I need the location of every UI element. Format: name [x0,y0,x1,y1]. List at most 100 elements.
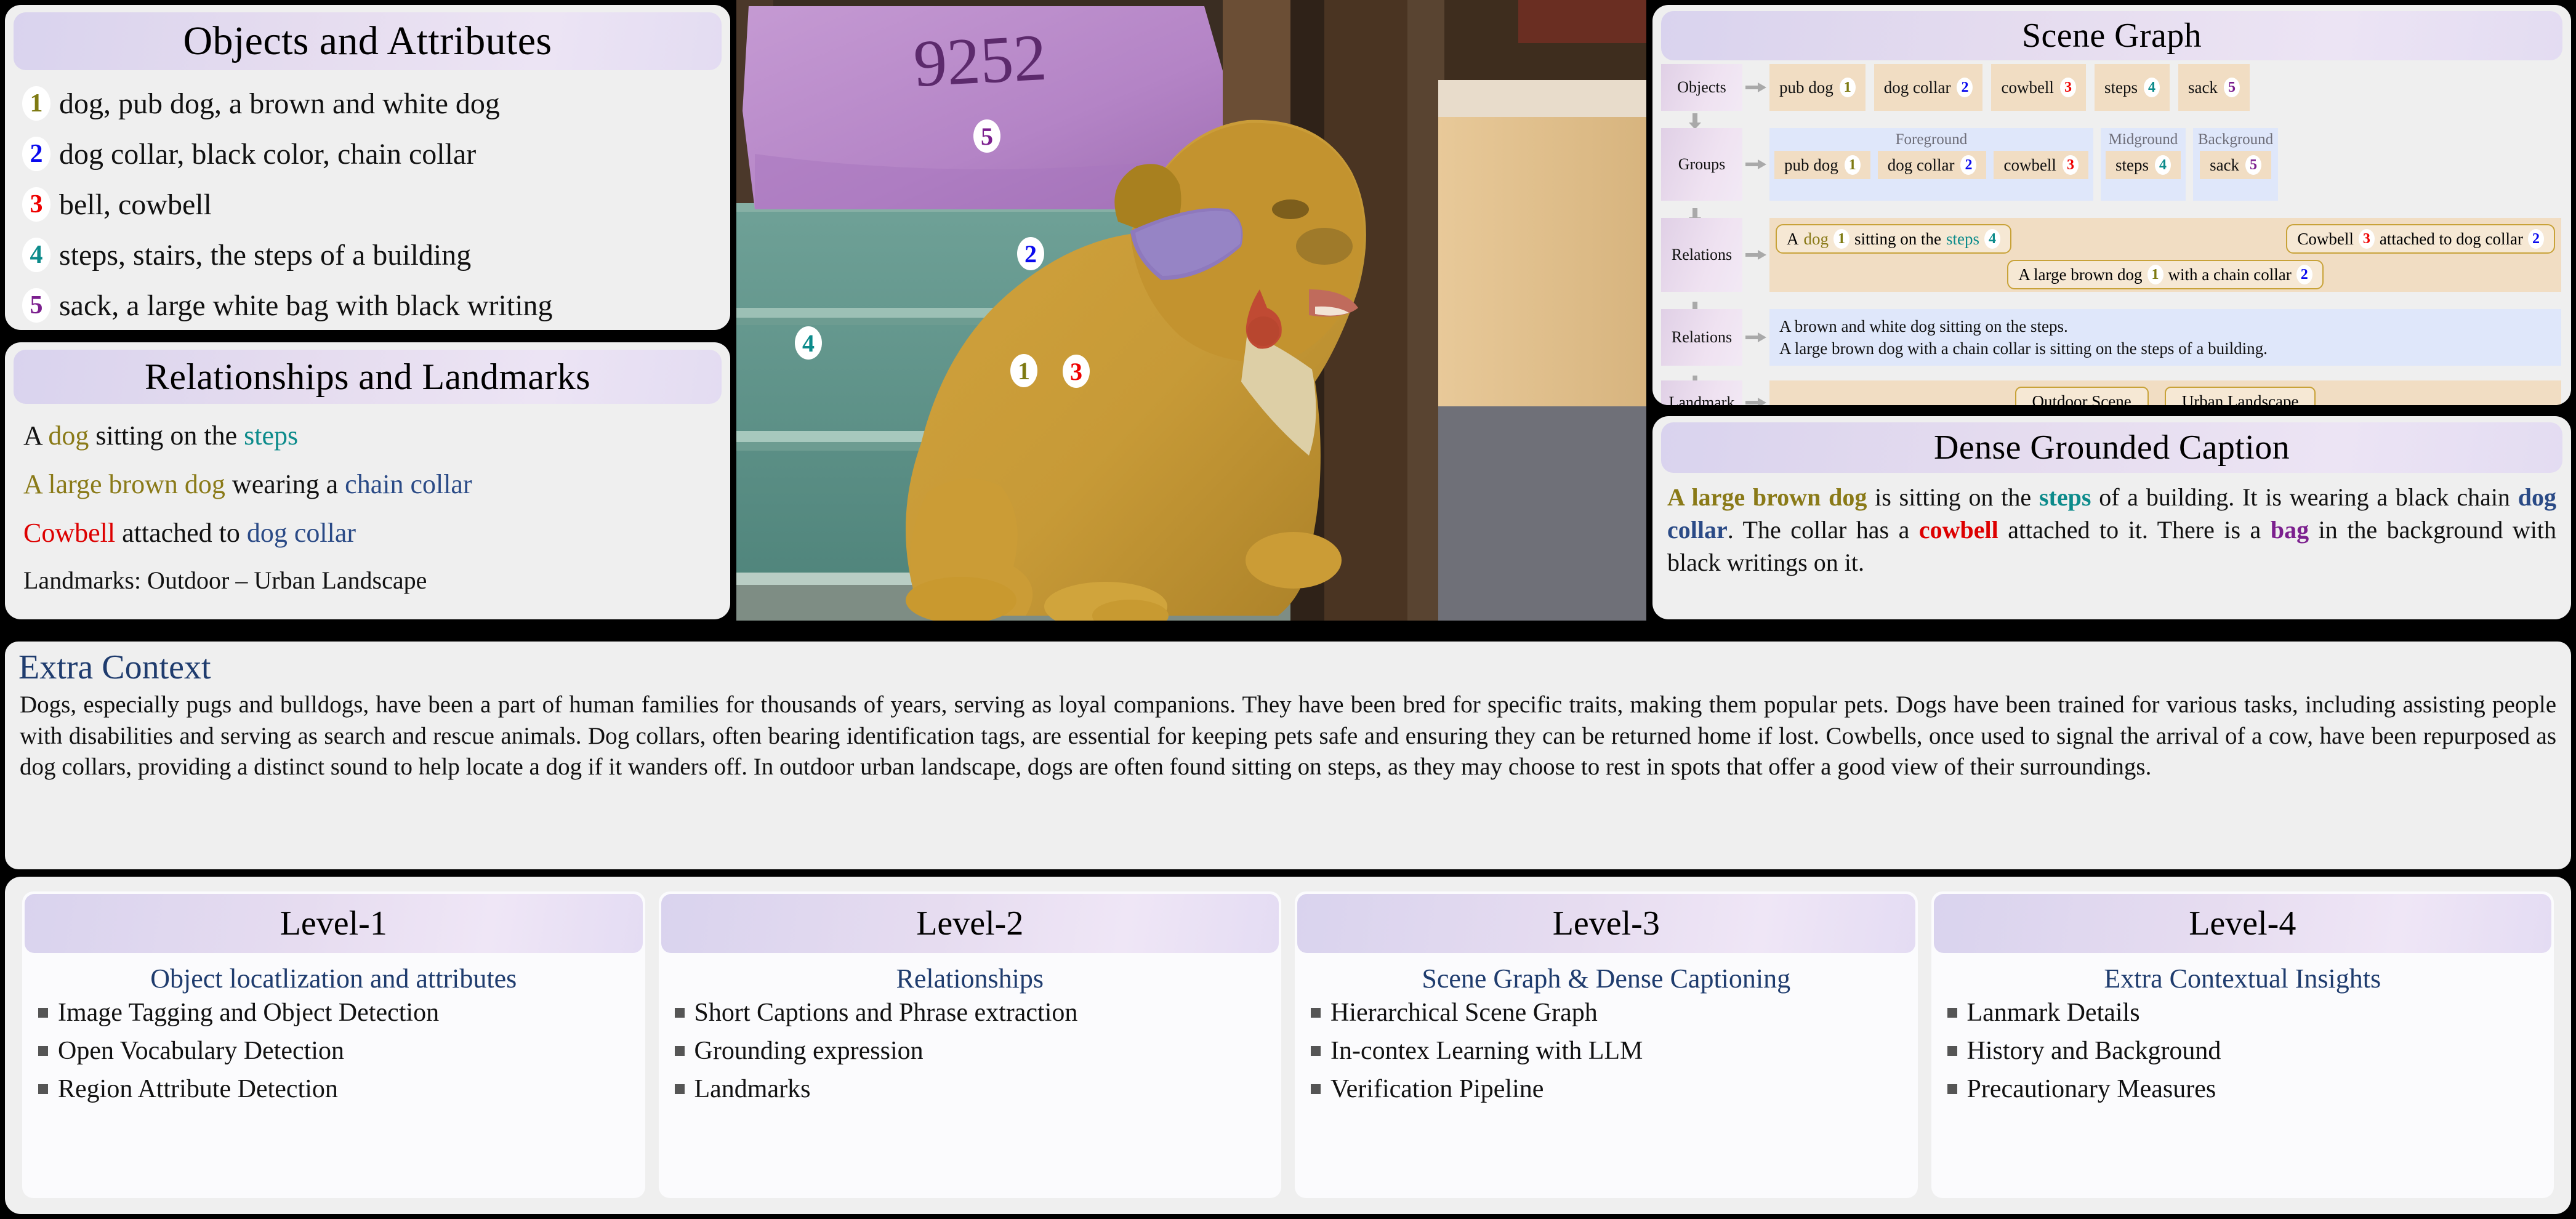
sg-group-foreground: Foreground pub dog 1 dog collar 2 cowbell 3 [1769,128,2093,201]
r3-pre: A large brown dog [2018,265,2143,284]
sg-label-groups: Groups [1661,128,1742,201]
bullet-square-icon [674,1008,685,1018]
level-list: Hierarchical Scene Graph In-contex Learni… [1295,998,1918,1112]
bullet-square-icon [1947,1008,1957,1018]
object-attribute-text: dog collar, black color, chain collar [59,137,477,171]
r1-badge2: 4 [1984,229,2000,249]
annotated-scene-photo: 9252 1 2 3 4 5 [736,0,1646,621]
level-item-label: Region Attribute Detection [58,1075,338,1103]
level-subtitle: Relationships [896,964,1044,994]
object-badge-4: 4 [22,238,50,272]
arrow-right-icon [1742,64,1769,111]
level-list-item: Short Captions and Phrase extraction [674,998,1282,1028]
sg-chip-badge: 4 [2154,155,2171,175]
relation-box-3: A large brown dog 1 with a chain collar … [2007,260,2324,289]
level-list-item: Landmarks [674,1074,1282,1104]
rel3-subject: Cowbell [23,518,116,548]
r1-mid: sitting on the [1854,229,1941,248]
rel1-dog: dog [48,420,89,451]
level-item-label: History and Background [1966,1037,2221,1065]
level-item-label: Open Vocabulary Detection [58,1037,344,1065]
level-item-label: Image Tagging and Object Detection [58,999,440,1027]
bullet-square-icon [674,1046,685,1056]
sg-chip-badge: 4 [2143,78,2160,97]
r3-badge2: 2 [2296,265,2312,284]
rel1-steps: steps [244,420,299,451]
r2-mid: attached to dog collar [2379,229,2523,248]
relationship-line-3: Cowbell attached to dog collar [23,517,712,549]
levels-strip: Level-1 Object locatlization and attribut… [5,877,2571,1214]
sg-chip-badge: 2 [1960,155,1977,175]
sentences-band: A brown and white dog sitting on the ste… [1769,309,2561,366]
dense-caption-title: Dense Grounded Caption [1661,422,2562,473]
relations-band: A dog 1 sitting on the steps 4 Cowbell 3… [1769,218,2561,292]
object-badge-1: 1 [22,86,50,121]
level-list-item: In-contex Learning with LLM [1311,1036,1918,1066]
landmark-chip-2: Urban Landscape [2164,387,2316,405]
object-attribute-row: 3 bell, cowbell [22,187,712,222]
scene-graph-body: Objects pub dog 1 dog collar 2 cowbell 3 steps… [1652,60,2571,405]
sg-label-landmark: Landmark [1661,380,1742,405]
dense-caption-body: A large brown dog is sitting on the step… [1652,473,2571,579]
relationship-line-1: A dog sitting on the steps [23,420,712,451]
sg-chip-badge: 5 [2223,78,2240,97]
object-attribute-row: 1 dog, pub dog, a brown and white dog [22,86,712,121]
relations-row-bottom: A large brown dog 1 with a chain collar … [1776,260,2555,289]
level-list-item: Image Tagging and Object Detection [38,998,645,1028]
photo-illustration: 9252 [736,0,1646,621]
level-list-item: Region Attribute Detection [38,1074,645,1104]
object-attribute-row: 2 dog collar, black color, chain collar [22,137,712,171]
object-badge-2: 2 [22,137,50,171]
level-item-label: Precautionary Measures [1966,1075,2216,1103]
bullet-square-icon [38,1084,48,1094]
level-title: Level-1 [25,894,643,953]
sg-group-background: Background sack 5 [2192,128,2279,201]
relations-row-top: A dog 1 sitting on the steps 4 Cowbell 3… [1776,224,2555,254]
extra-context-panel: Extra Context Dogs, especially pugs and … [5,642,2571,869]
sg-group-items: sack 5 [2200,151,2272,179]
bullet-square-icon [1947,1046,1957,1056]
level-subtitle: Extra Contextual Insights [2104,964,2381,994]
r2-word1: Cowbell [2297,229,2354,248]
sg-group-title: Background [2197,131,2274,148]
level-list-item: Hierarchical Scene Graph [1311,998,1918,1028]
level-list-item: Grounding expression [674,1036,1282,1066]
sg-group-midground: Midground steps 4 [2100,128,2186,201]
dc-cowbell: cowbell [1918,515,1998,544]
sg-groups-container: Foreground pub dog 1 dog collar 2 cowbell 3 Mid… [1769,128,2561,201]
arrow-right-icon [1742,218,1769,292]
landmarks-line: Landmarks: Outdoor – Urban Landscape [23,566,427,594]
sg-chip-label: pub dog [1784,155,1838,174]
bullet-square-icon [1311,1084,1321,1094]
relationships-and-landmarks-panel: Relationships and Landmarks A dog sittin… [5,342,730,619]
sg-group-items: pub dog 1 dog collar 2 cowbell 3 [1774,151,2088,179]
r1-pre: A [1787,229,1799,248]
rel2-subject: A large brown dog [23,469,225,499]
sg-chip-badge: 3 [2062,155,2079,175]
level-card-1: Level-1 Object locatlization and attribut… [22,891,645,1198]
sg-group-chip-3: cowbell 3 [1994,151,2088,179]
sg-label-relations: Relations [1661,218,1742,292]
level-item-label: Hierarchical Scene Graph [1330,999,1598,1027]
dc-p8: attached to it. There is a [1998,515,2271,544]
sg-label-objects: Objects [1661,64,1742,111]
sg-object-chip-1: pub dog 1 [1769,64,1866,111]
bullet-square-icon [1311,1008,1321,1018]
dc-p2: is sitting on the [1867,483,2039,511]
rel1-prefix: A [23,420,49,451]
level-list-item: Precautionary Measures [1947,1074,2554,1104]
relationship-line-2: A large brown dog wearing a chain collar [23,469,712,500]
level-title: Level-4 [1933,894,2551,953]
sg-chip-label: dog collar [1887,155,1955,174]
object-attribute-row: 4 steps, stairs, the steps of a building [22,238,712,272]
scene-graph-panel: Scene Graph Objects pub dog 1 dog collar 2 c… [1652,5,2571,405]
level-title: Level-2 [661,894,1279,953]
bullet-square-icon [38,1046,48,1056]
r1-badge1: 1 [1833,229,1849,249]
level-item-label: Short Captions and Phrase extraction [694,999,1078,1027]
level-item-label: Verification Pipeline [1330,1075,1544,1103]
scene-graph-row-landmark: Landmark Outdoor Scene Urban Landscape [1661,380,2561,405]
sg-object-chip-3: cowbell 3 [1991,64,2086,111]
dc-p6: . The collar has a [1727,515,1919,544]
relationships-list: A dog sitting on the steps A large brown… [5,404,730,595]
